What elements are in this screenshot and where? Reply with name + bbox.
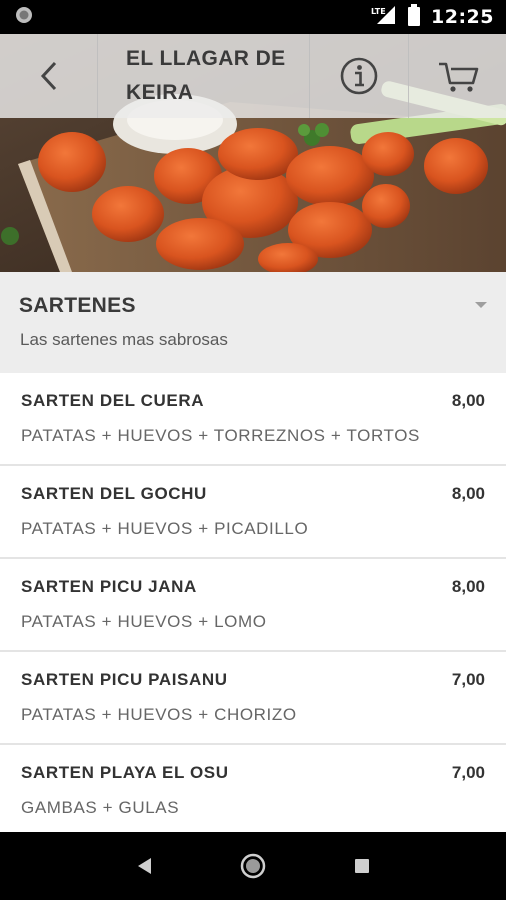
item-description: GAMBAS + GULAS — [21, 798, 180, 817]
item-description: PATATAS + HUEVOS + PICADILLO — [21, 519, 309, 538]
cart-icon — [438, 62, 478, 92]
item-description: PATATAS + HUEVOS + CHORIZO — [21, 705, 297, 724]
item-price: 8,00 — [451, 577, 485, 596]
back-button[interactable] — [0, 34, 98, 118]
item-price: 7,00 — [451, 670, 485, 689]
cart-button[interactable] — [409, 34, 506, 118]
info-icon — [340, 57, 378, 95]
status-bar: LTE 12:25 — [0, 0, 506, 34]
item-description: PATATAS + HUEVOS + TORREZNOS + TORTOS — [21, 426, 420, 445]
menu-item[interactable]: SARTEN PLAYA EL OSU 7,00 GAMBAS + GULAS — [0, 745, 506, 832]
restaurant-title: EL LLAGAR DE KEIRA — [98, 34, 310, 118]
nav-home-button[interactable] — [238, 851, 268, 881]
item-price: 7,00 — [451, 763, 485, 782]
menu-item[interactable]: SARTEN DEL GOCHU 8,00 PATATAS + HUEVOS +… — [0, 466, 506, 559]
battery-icon — [407, 3, 421, 31]
item-name: SARTEN DEL GOCHU — [21, 484, 207, 503]
system-nav-bar — [0, 832, 506, 900]
menu-item-list: SARTEN DEL CUERA 8,00 PATATAS + HUEVOS +… — [0, 373, 506, 832]
category-title: SARTENES — [19, 294, 136, 317]
item-name: SARTEN PICU PAISANU — [21, 670, 228, 689]
item-name: SARTEN DEL CUERA — [21, 391, 205, 410]
nav-back-button[interactable] — [129, 851, 159, 881]
restaurant-title-text: EL LLAGAR DE KEIRA — [126, 47, 286, 104]
item-price: 8,00 — [451, 484, 485, 503]
item-name: SARTEN PLAYA EL OSU — [21, 763, 229, 782]
item-price: 8,00 — [451, 391, 485, 410]
menu-item[interactable]: SARTEN DEL CUERA 8,00 PATATAS + HUEVOS +… — [0, 373, 506, 466]
app-screen: EL LLAGAR DE KEIRA SARTENES Las sartenes … — [0, 34, 506, 832]
item-name: SARTEN PICU JANA — [21, 577, 197, 596]
category-header[interactable]: SARTENES Las sartenes mas sabrosas — [0, 272, 506, 373]
circle-home-icon — [240, 853, 266, 879]
category-subtitle: Las sartenes mas sabrosas — [20, 330, 228, 349]
info-button[interactable] — [310, 34, 409, 118]
svg-text:LTE: LTE — [371, 7, 386, 16]
menu-item[interactable]: SARTEN PICU PAISANU 7,00 PATATAS + HUEVO… — [0, 652, 506, 745]
item-description: PATATAS + HUEVOS + LOMO — [21, 612, 267, 631]
lte-signal-icon: LTE — [371, 4, 397, 31]
menu-item[interactable]: SARTEN PICU JANA 8,00 PATATAS + HUEVOS +… — [0, 559, 506, 652]
triangle-back-icon — [138, 858, 152, 874]
status-time: 12:25 — [431, 6, 494, 28]
square-recents-icon — [354, 859, 369, 873]
nav-recents-button[interactable] — [347, 851, 377, 881]
toolbar: EL LLAGAR DE KEIRA — [0, 34, 506, 118]
caret-down-icon[interactable] — [474, 300, 488, 310]
notification-icon — [14, 5, 34, 30]
chevron-left-icon — [40, 61, 56, 91]
